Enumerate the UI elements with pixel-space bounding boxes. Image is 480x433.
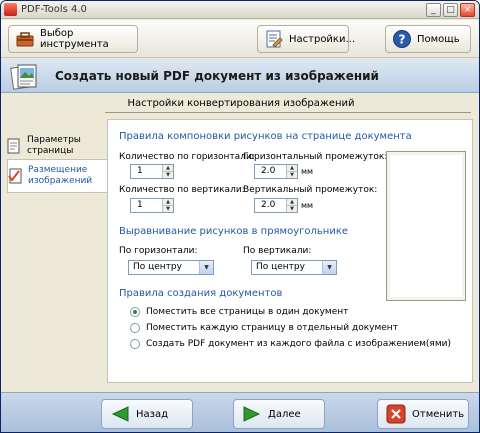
radio-per-file-document[interactable]: Создать PDF документ из каждого файла с … xyxy=(130,339,451,349)
settings-label: Настройки... xyxy=(289,33,356,45)
h-count-stepper[interactable]: 1 ▲ ▼ xyxy=(130,164,174,179)
back-label: Назад xyxy=(136,408,169,420)
h-gap-stepper[interactable]: 2.0 ▲ ▼ xyxy=(254,164,298,179)
nav-item-page-params[interactable]: Параметры страницы xyxy=(7,129,107,163)
v-count-stepper[interactable]: 1 ▲ ▼ xyxy=(130,198,174,213)
nav-item-label: Параметры страницы xyxy=(27,135,81,156)
h-align-label: По горизонтали: xyxy=(119,246,198,256)
select-tool-button[interactable]: Выбор инструмента xyxy=(8,25,138,53)
next-button[interactable]: Далее xyxy=(233,399,325,429)
page-header: Создать новый PDF документ из изображени… xyxy=(1,59,479,93)
h-count-value: 1 xyxy=(137,166,143,176)
chevron-down-icon: ▼ xyxy=(322,261,336,274)
radio-unchecked-icon[interactable] xyxy=(130,323,140,333)
nav-item-image-placement[interactable]: Размещение изображений xyxy=(7,159,107,193)
footer-bar: Назад Далее Отменить xyxy=(1,392,479,432)
h-gap-label: Горизонтальный промежуток: xyxy=(243,152,388,162)
page-icon xyxy=(7,138,20,154)
h-align-value: По центру xyxy=(133,262,182,272)
section-caption: Настройки конвертирования изображений xyxy=(127,98,355,109)
radio-checked-icon[interactable] xyxy=(130,307,140,317)
arrow-right-icon xyxy=(243,406,261,422)
decrement-arrow-icon[interactable]: ▼ xyxy=(287,171,297,178)
checked-page-icon xyxy=(8,168,22,184)
v-gap-value: 2.0 xyxy=(261,200,276,210)
close-button[interactable]: × xyxy=(460,3,475,17)
toolbox-icon xyxy=(16,32,34,47)
back-button[interactable]: Назад xyxy=(101,399,193,429)
caption-divider xyxy=(105,112,471,113)
radio-single-document[interactable]: Поместить все страницы в один документ xyxy=(130,307,348,317)
settings-button[interactable]: Настройки... xyxy=(257,25,355,53)
cancel-button[interactable]: Отменить xyxy=(377,399,469,429)
h-count-label: Количество по горизонтали: xyxy=(119,152,255,162)
align-group-title: Выравнивание рисунков в прямоугольнике xyxy=(119,226,349,237)
help-label: Помощь xyxy=(417,33,460,45)
v-count-label: Количество по вертикали: xyxy=(119,185,245,195)
chevron-down-icon: ▼ xyxy=(199,261,213,274)
decrement-arrow-icon[interactable]: ▼ xyxy=(287,205,297,212)
radio-label: Создать PDF документ из каждого файла с … xyxy=(146,339,451,349)
v-gap-stepper[interactable]: 2.0 ▲ ▼ xyxy=(254,198,298,213)
v-gap-label: Вертикальный промежуток: xyxy=(243,185,378,195)
minimize-button[interactable]: _ xyxy=(426,3,441,17)
app-icon xyxy=(4,3,17,16)
arrow-left-icon xyxy=(111,406,129,422)
v-align-value: По центру xyxy=(256,262,305,272)
next-label: Далее xyxy=(268,408,301,420)
radio-unchecked-icon[interactable] xyxy=(130,339,140,349)
h-gap-value: 2.0 xyxy=(261,166,276,176)
cancel-x-icon xyxy=(386,404,406,424)
help-icon: ? xyxy=(393,30,411,48)
images-to-pdf-icon xyxy=(10,64,37,90)
help-button[interactable]: ? Помощь xyxy=(385,25,471,53)
decrement-arrow-icon[interactable]: ▼ xyxy=(163,171,173,178)
app-window: PDF-Tools 4.0 _ □ × Выбор инструмента На… xyxy=(0,0,480,433)
maximize-button[interactable]: □ xyxy=(443,3,458,17)
h-gap-unit: мм xyxy=(301,167,314,176)
doc-group-title: Правила создания документов xyxy=(119,288,283,299)
page-preview xyxy=(386,151,466,301)
title-bar: PDF-Tools 4.0 _ □ × xyxy=(1,1,479,19)
v-count-value: 1 xyxy=(137,200,143,210)
svg-text:?: ? xyxy=(399,33,406,47)
layout-group-title: Правила компоновки рисунков на странице … xyxy=(119,131,412,142)
h-align-select[interactable]: По центру ▼ xyxy=(128,260,214,275)
v-gap-unit: мм xyxy=(301,201,314,210)
settings-document-icon xyxy=(266,30,283,48)
v-align-label: По вертикали: xyxy=(243,246,312,256)
toolbar: Выбор инструмента Настройки... ? Помощь xyxy=(1,20,479,58)
radio-separate-documents[interactable]: Поместить каждую страницу в отдельный до… xyxy=(130,323,398,333)
v-align-select[interactable]: По центру ▼ xyxy=(251,260,337,275)
window-title: PDF-Tools 4.0 xyxy=(21,4,87,15)
decrement-arrow-icon[interactable]: ▼ xyxy=(163,205,173,212)
cancel-label: Отменить xyxy=(412,408,465,420)
radio-label: Поместить каждую страницу в отдельный до… xyxy=(146,323,398,333)
page-title: Создать новый PDF документ из изображени… xyxy=(55,69,379,83)
select-tool-label: Выбор инструмента xyxy=(40,28,109,50)
nav-item-label: Размещение изображений xyxy=(28,165,93,186)
radio-label: Поместить все страницы в один документ xyxy=(146,307,349,317)
